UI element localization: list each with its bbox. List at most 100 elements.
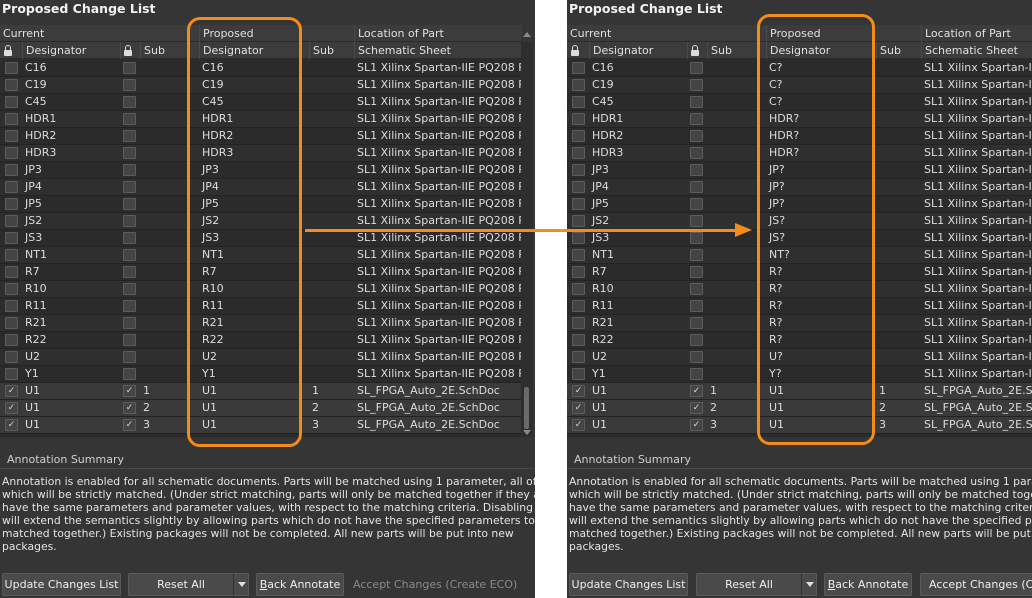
lock-column-header[interactable] bbox=[0, 42, 22, 59]
lock-checkbox[interactable] bbox=[572, 164, 585, 176]
lock-checkbox[interactable] bbox=[5, 164, 18, 176]
sub-lock-checkbox[interactable]: ✓ bbox=[690, 385, 703, 397]
sub-lock-checkbox[interactable] bbox=[123, 198, 136, 210]
accept-changes-button[interactable]: Accept Changes (Create ECO) bbox=[352, 573, 518, 596]
column-header-schematic-sheet[interactable]: Schematic Sheet bbox=[921, 42, 1032, 59]
sub-lock-checkbox[interactable] bbox=[690, 334, 703, 346]
scroll-down-arrow-icon[interactable] bbox=[523, 430, 531, 435]
sub-lock-checkbox[interactable] bbox=[123, 351, 136, 363]
sub-lock-checkbox[interactable] bbox=[123, 300, 136, 312]
lock-checkbox[interactable] bbox=[572, 62, 585, 74]
sub-lock-checkbox[interactable] bbox=[123, 147, 136, 159]
sub-lock-checkbox[interactable]: ✓ bbox=[690, 419, 703, 431]
sub-lock-checkbox[interactable] bbox=[123, 249, 136, 261]
reset-all-dropdown-arrow-icon[interactable] bbox=[801, 573, 817, 596]
lock-checkbox[interactable] bbox=[572, 79, 585, 91]
lock-checkbox[interactable] bbox=[572, 266, 585, 278]
lock-checkbox[interactable] bbox=[572, 334, 585, 346]
lock-checkbox[interactable] bbox=[572, 147, 585, 159]
sub-lock-checkbox[interactable] bbox=[123, 368, 136, 380]
group-header-location[interactable]: Location of Part bbox=[354, 25, 522, 42]
lock-column-header-sub[interactable] bbox=[687, 42, 707, 59]
column-header-designator[interactable]: Designator bbox=[589, 42, 687, 59]
sub-lock-checkbox[interactable] bbox=[123, 266, 136, 278]
column-header-proposed-sub[interactable]: Sub bbox=[876, 42, 921, 59]
lock-checkbox[interactable] bbox=[5, 181, 18, 193]
sub-lock-checkbox[interactable] bbox=[690, 130, 703, 142]
scrollbar-thumb[interactable] bbox=[524, 387, 529, 429]
sub-lock-checkbox[interactable] bbox=[690, 62, 703, 74]
lock-checkbox[interactable] bbox=[572, 113, 585, 125]
sub-lock-checkbox[interactable] bbox=[690, 317, 703, 329]
sub-lock-checkbox[interactable] bbox=[123, 215, 136, 227]
sub-lock-checkbox[interactable] bbox=[690, 249, 703, 261]
lock-checkbox[interactable]: ✓ bbox=[572, 385, 585, 397]
sub-lock-checkbox[interactable]: ✓ bbox=[123, 385, 136, 397]
lock-checkbox[interactable] bbox=[5, 232, 18, 244]
sub-lock-checkbox[interactable] bbox=[690, 113, 703, 125]
back-annotate-button[interactable]: Back Annotate bbox=[256, 573, 344, 596]
lock-checkbox[interactable] bbox=[5, 334, 18, 346]
lock-checkbox[interactable] bbox=[5, 317, 18, 329]
lock-checkbox[interactable] bbox=[5, 300, 18, 312]
lock-checkbox[interactable] bbox=[5, 351, 18, 363]
sub-lock-checkbox[interactable] bbox=[690, 368, 703, 380]
sub-lock-checkbox[interactable] bbox=[123, 164, 136, 176]
sub-lock-checkbox[interactable] bbox=[690, 181, 703, 193]
sub-lock-checkbox[interactable] bbox=[690, 164, 703, 176]
lock-checkbox[interactable] bbox=[5, 62, 18, 74]
sub-lock-checkbox[interactable] bbox=[690, 300, 703, 312]
sub-lock-checkbox[interactable]: ✓ bbox=[123, 419, 136, 431]
lock-checkbox[interactable]: ✓ bbox=[572, 419, 585, 431]
lock-checkbox[interactable] bbox=[572, 96, 585, 108]
sub-lock-checkbox[interactable] bbox=[690, 79, 703, 91]
lock-checkbox[interactable] bbox=[572, 300, 585, 312]
lock-checkbox[interactable] bbox=[572, 181, 585, 193]
sub-lock-checkbox[interactable]: ✓ bbox=[123, 402, 136, 414]
lock-checkbox[interactable] bbox=[572, 249, 585, 261]
lock-checkbox[interactable] bbox=[5, 113, 18, 125]
accept-changes-button[interactable]: Accept Changes (Cre bbox=[920, 573, 1032, 596]
lock-checkbox[interactable] bbox=[572, 232, 585, 244]
sub-lock-checkbox[interactable] bbox=[123, 96, 136, 108]
lock-checkbox[interactable] bbox=[572, 215, 585, 227]
lock-checkbox[interactable]: ✓ bbox=[572, 402, 585, 414]
sub-lock-checkbox[interactable] bbox=[123, 130, 136, 142]
lock-checkbox[interactable] bbox=[5, 79, 18, 91]
column-header-schematic-sheet[interactable]: Schematic Sheet bbox=[354, 42, 522, 59]
sub-lock-checkbox[interactable] bbox=[123, 317, 136, 329]
lock-checkbox[interactable]: ✓ bbox=[5, 402, 18, 414]
sub-lock-checkbox[interactable] bbox=[690, 351, 703, 363]
reset-all-button[interactable]: Reset All bbox=[128, 573, 234, 596]
sub-lock-checkbox[interactable] bbox=[690, 96, 703, 108]
sub-lock-checkbox[interactable]: ✓ bbox=[690, 402, 703, 414]
lock-checkbox[interactable] bbox=[5, 249, 18, 261]
sub-lock-checkbox[interactable] bbox=[123, 232, 136, 244]
lock-checkbox[interactable] bbox=[572, 368, 585, 380]
lock-checkbox[interactable] bbox=[572, 130, 585, 142]
lock-checkbox[interactable]: ✓ bbox=[5, 419, 18, 431]
sub-lock-checkbox[interactable] bbox=[123, 283, 136, 295]
lock-checkbox[interactable] bbox=[5, 215, 18, 227]
lock-checkbox[interactable] bbox=[572, 283, 585, 295]
lock-checkbox[interactable] bbox=[572, 351, 585, 363]
lock-checkbox[interactable] bbox=[572, 198, 585, 210]
reset-all-dropdown-arrow-icon[interactable] bbox=[233, 573, 249, 596]
lock-checkbox[interactable] bbox=[5, 130, 18, 142]
update-changes-list-button[interactable]: Update Changes List bbox=[2, 573, 121, 596]
back-annotate-button[interactable]: Back Annotate bbox=[824, 573, 912, 596]
sub-lock-checkbox[interactable] bbox=[123, 62, 136, 74]
sub-lock-checkbox[interactable] bbox=[690, 147, 703, 159]
sub-lock-checkbox[interactable] bbox=[123, 79, 136, 91]
lock-checkbox[interactable] bbox=[572, 317, 585, 329]
sub-lock-checkbox[interactable] bbox=[123, 113, 136, 125]
lock-checkbox[interactable]: ✓ bbox=[5, 385, 18, 397]
lock-column-header-sub[interactable] bbox=[120, 42, 140, 59]
lock-checkbox[interactable] bbox=[5, 266, 18, 278]
sub-lock-checkbox[interactable] bbox=[123, 334, 136, 346]
lock-column-header[interactable] bbox=[567, 42, 589, 59]
sub-lock-checkbox[interactable] bbox=[690, 215, 703, 227]
vertical-scrollbar[interactable] bbox=[521, 32, 533, 437]
sub-lock-checkbox[interactable] bbox=[690, 232, 703, 244]
lock-checkbox[interactable] bbox=[5, 147, 18, 159]
